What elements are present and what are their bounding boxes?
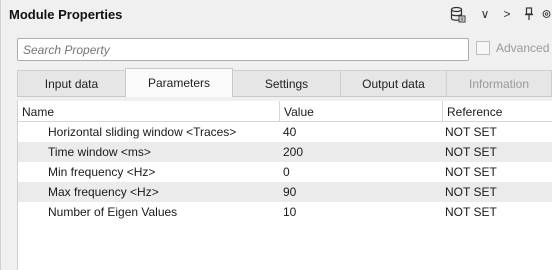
table-row[interactable]: Time window <ms> 200 NOT SET [18, 142, 552, 162]
property-name: Horizontal sliding window <Traces> [48, 125, 237, 139]
column-header-reference[interactable]: Reference [443, 101, 552, 122]
advanced-checkbox[interactable] [476, 41, 490, 55]
property-value[interactable]: 90 [283, 182, 296, 202]
panel-title: Module Properties [9, 7, 123, 22]
column-header-name[interactable]: Name [18, 101, 279, 122]
grid-header: Name Value Reference [18, 101, 552, 122]
chevron-right-icon[interactable]: > [500, 5, 514, 23]
tab-parameters[interactable]: Parameters [125, 68, 233, 97]
chevron-down-icon[interactable]: ∨ [478, 5, 492, 23]
tab-label: Output data [362, 76, 425, 91]
table-row[interactable]: Horizontal sliding window <Traces> 40 NO… [18, 122, 552, 142]
table-row[interactable]: Number of Eigen Values 10 NOT SET [18, 202, 552, 222]
tab-output-data[interactable]: Output data [340, 70, 447, 96]
panel-left-border [0, 0, 1, 270]
tab-label: Settings [264, 76, 309, 91]
property-name: Number of Eigen Values [48, 205, 178, 219]
tab-label: Information [468, 76, 530, 91]
database-icon[interactable] [449, 5, 467, 23]
property-reference[interactable]: NOT SET [445, 162, 497, 182]
tab-label: Parameters [147, 76, 211, 90]
tab-input-data[interactable]: Input data [17, 70, 126, 96]
property-value[interactable]: 0 [283, 162, 290, 182]
tab-label: Input data [44, 76, 99, 91]
tab-divider [17, 96, 552, 97]
tab-strip: Input data Parameters Settings Output da… [0, 68, 552, 97]
tab-settings[interactable]: Settings [232, 70, 341, 96]
property-reference[interactable]: NOT SET [445, 142, 497, 162]
table-row[interactable]: Min frequency <Hz> 0 NOT SET [18, 162, 552, 182]
table-row[interactable]: Max frequency <Hz> 90 NOT SET [18, 182, 552, 202]
property-value[interactable]: 200 [283, 142, 303, 162]
advanced-toggle[interactable]: Advanced [476, 41, 549, 55]
property-value[interactable]: 40 [283, 122, 296, 142]
property-name: Time window <ms> [48, 145, 151, 159]
property-name: Min frequency <Hz> [48, 165, 156, 179]
tab-information[interactable]: Information [446, 70, 552, 96]
property-reference[interactable]: NOT SET [445, 182, 497, 202]
gear-icon[interactable] [541, 5, 552, 23]
pin-icon[interactable] [522, 5, 536, 23]
property-reference[interactable]: NOT SET [445, 122, 497, 142]
property-value[interactable]: 10 [283, 202, 296, 222]
property-grid: Name Value Reference Horizontal sliding … [17, 101, 552, 270]
property-name: Max frequency <Hz> [48, 185, 159, 199]
title-bar: Module Properties ∨ > [0, 0, 552, 30]
column-header-value[interactable]: Value [280, 101, 442, 122]
property-reference[interactable]: NOT SET [445, 202, 497, 222]
search-input[interactable] [17, 38, 469, 61]
advanced-label: Advanced [496, 41, 550, 55]
